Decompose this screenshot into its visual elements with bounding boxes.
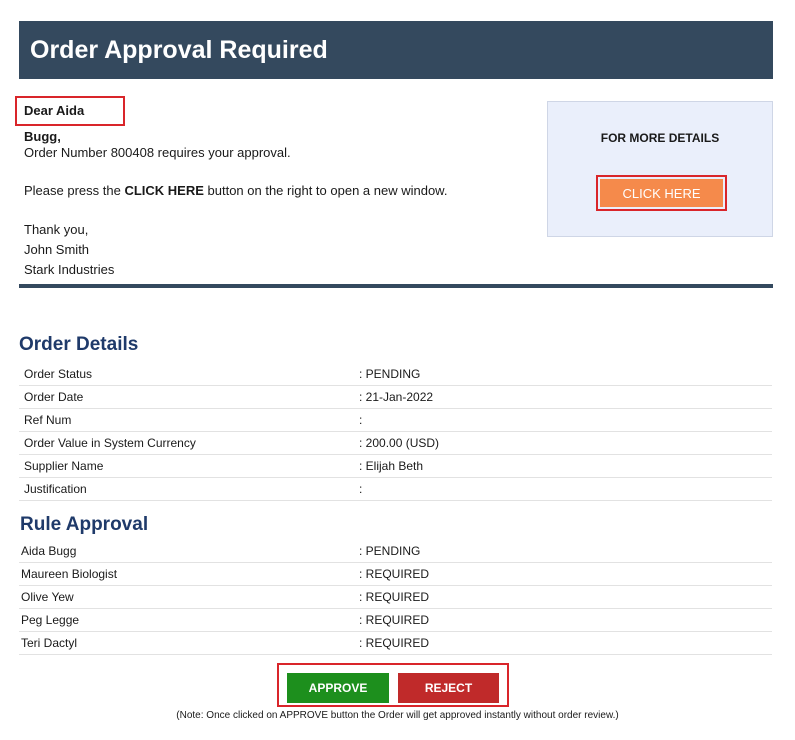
table-row: Maureen Biologist : REQUIRED xyxy=(19,562,772,586)
order-details-table: Order Status : PENDING Order Date : 21-J… xyxy=(19,363,772,501)
table-row: Aida Bugg : PENDING xyxy=(19,540,772,563)
click-here-highlight: CLICK HERE xyxy=(596,175,727,211)
header-bar: Order Approval Required xyxy=(19,21,773,79)
rule-approval-table: Aida Bugg : PENDING Maureen Biologist : … xyxy=(19,540,772,655)
table-row: Peg Legge : REQUIRED xyxy=(19,608,772,632)
approver-name: Teri Dactyl xyxy=(19,631,357,655)
actions-highlight: APPROVE REJECT xyxy=(277,663,509,707)
more-details-panel: FOR MORE DETAILS CLICK HERE xyxy=(547,101,773,237)
more-details-title: FOR MORE DETAILS xyxy=(600,131,720,145)
approver-status: : REQUIRED xyxy=(357,585,772,609)
email-intro: Order Number 800408 requires your approv… xyxy=(24,143,447,280)
table-row: Justification : xyxy=(19,477,772,501)
order-date-label: Order Date xyxy=(19,385,357,409)
instruction-bold: CLICK HERE xyxy=(124,183,204,198)
click-here-button[interactable]: CLICK HERE xyxy=(600,179,723,207)
approver-name: Aida Bugg xyxy=(19,540,357,563)
table-row: Ref Num : xyxy=(19,408,772,432)
order-date-value: : 21-Jan-2022 xyxy=(357,385,772,409)
approver-name: Peg Legge xyxy=(19,608,357,632)
justification-value: : xyxy=(357,477,772,501)
signer-name: John Smith xyxy=(24,242,90,257)
signer-company: Stark Industries xyxy=(24,262,115,277)
table-row: Order Status : PENDING xyxy=(19,363,772,386)
ref-num-label: Ref Num xyxy=(19,408,357,432)
table-row: Order Value in System Currency : 200.00 … xyxy=(19,431,772,455)
order-value-label: Order Value in System Currency xyxy=(19,431,357,455)
thanks-text: Thank you, xyxy=(24,222,89,237)
approver-name: Maureen Biologist xyxy=(19,562,357,586)
supplier-name-value: : Elijah Beth xyxy=(357,454,772,478)
instruction-suffix: button on the right to open a new window… xyxy=(203,183,448,198)
reject-button[interactable]: REJECT xyxy=(398,673,499,703)
approval-request-text: Order Number 800408 requires your approv… xyxy=(24,145,291,160)
greeting: Dear Aida Bugg, xyxy=(15,96,125,144)
rule-approval-title: Rule Approval xyxy=(20,514,149,535)
page-title: Order Approval Required xyxy=(30,35,328,64)
ref-num-value: : xyxy=(357,408,772,432)
table-row: Olive Yew : REQUIRED xyxy=(19,585,772,609)
approve-note: (Note: Once clicked on APPROVE button th… xyxy=(176,710,619,721)
approver-status: : REQUIRED xyxy=(357,608,772,632)
order-value-value: : 200.00 (USD) xyxy=(357,431,772,455)
instruction-prefix: Please press the xyxy=(24,183,125,198)
approver-status: : REQUIRED xyxy=(357,631,772,655)
order-status-value: : PENDING xyxy=(357,363,772,386)
approver-status: : REQUIRED xyxy=(357,562,772,586)
order-status-label: Order Status xyxy=(19,363,357,386)
approver-status: : PENDING xyxy=(357,540,772,563)
justification-label: Justification xyxy=(19,477,357,501)
approve-button[interactable]: APPROVE xyxy=(287,673,389,703)
instruction-text: Please press the CLICK HERE button on th… xyxy=(24,181,447,201)
section-divider xyxy=(19,284,773,288)
table-row: Supplier Name : Elijah Beth xyxy=(19,454,772,478)
order-details-title: Order Details xyxy=(19,334,139,355)
supplier-name-label: Supplier Name xyxy=(19,454,357,478)
table-row: Order Date : 21-Jan-2022 xyxy=(19,385,772,409)
table-row: Teri Dactyl : REQUIRED xyxy=(19,631,772,655)
approver-name: Olive Yew xyxy=(19,585,357,609)
